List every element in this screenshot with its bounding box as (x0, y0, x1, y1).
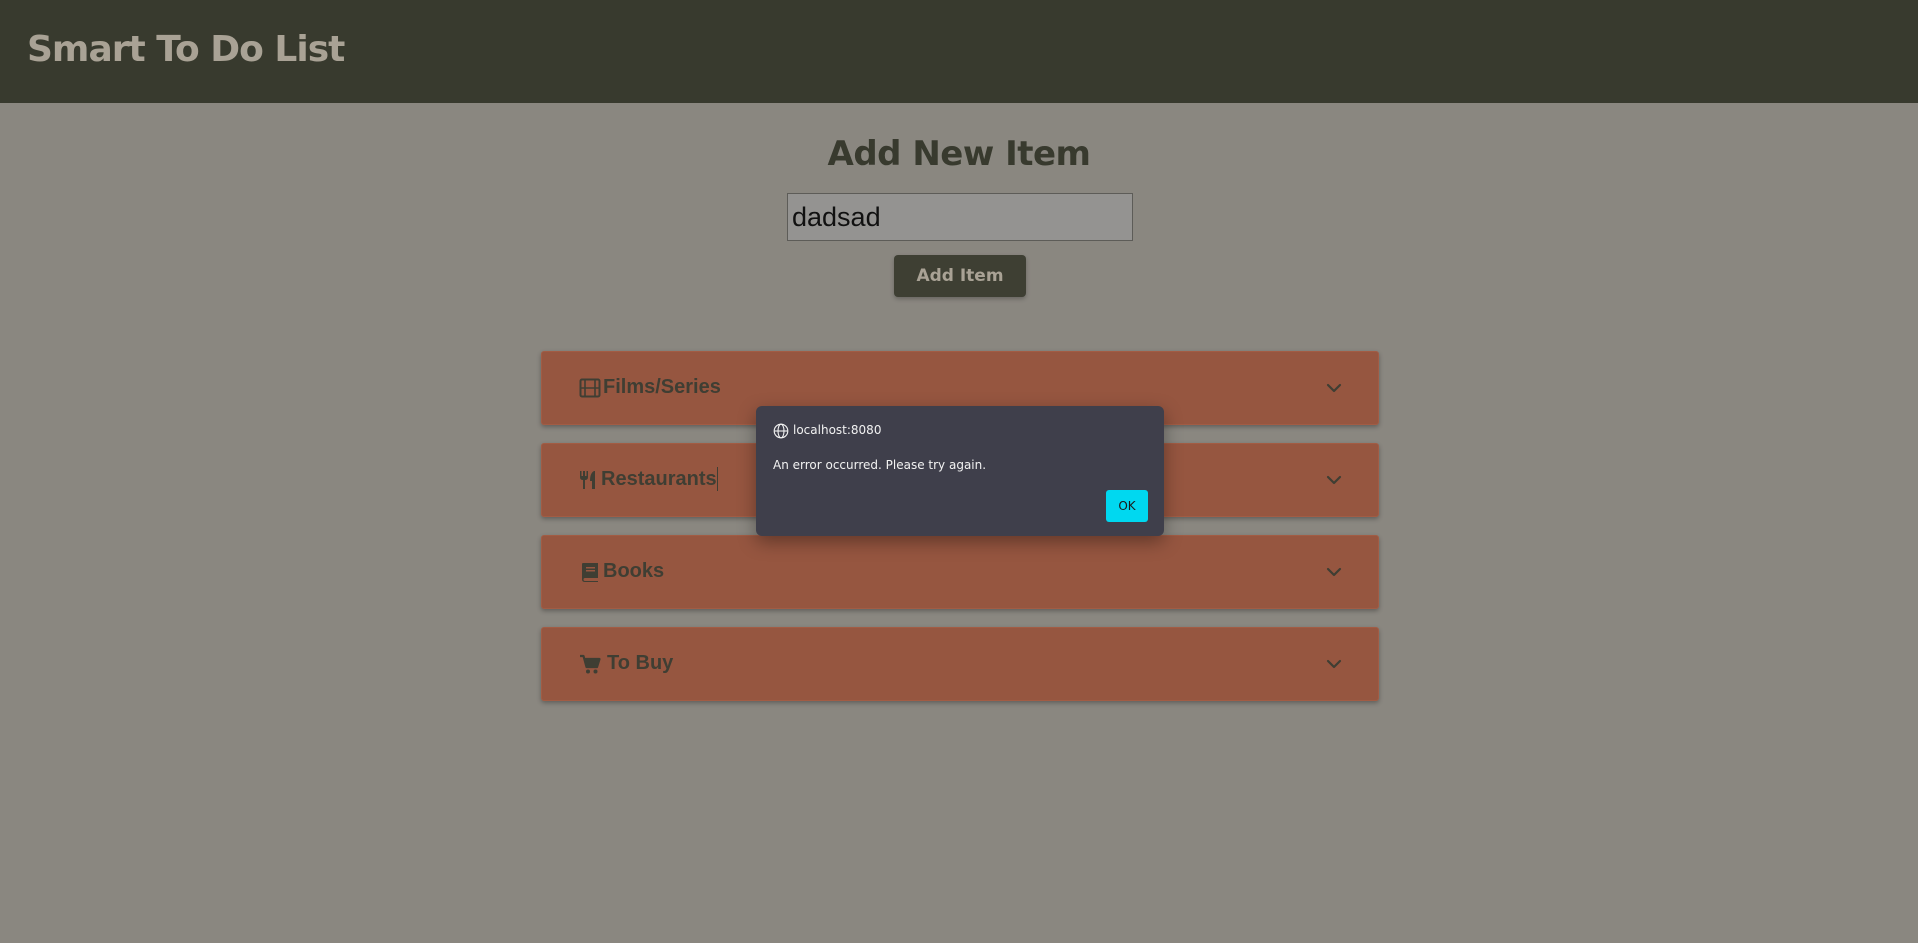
chevron-down-icon[interactable] (1325, 381, 1343, 395)
category-label: Restaurants (601, 468, 717, 490)
globe-icon (773, 423, 789, 439)
app-title: Smart To Do List (27, 29, 345, 70)
category-books[interactable]: Books (541, 535, 1379, 609)
chevron-down-icon[interactable] (1325, 473, 1343, 487)
utensils-icon (580, 471, 595, 489)
chevron-down-icon[interactable] (1325, 565, 1343, 579)
film-icon (579, 378, 601, 398)
alert-dialog: localhost:8080 An error occurred. Please… (756, 406, 1164, 536)
ok-button[interactable]: OK (1106, 490, 1148, 522)
dialog-message: An error occurred. Please try again. (773, 458, 987, 472)
add-item-heading: Add New Item (827, 134, 1091, 174)
text-caret (717, 467, 718, 491)
category-to-buy[interactable]: To Buy (541, 627, 1379, 701)
book-icon (582, 563, 598, 582)
app-header: Smart To Do List (0, 0, 1918, 103)
category-label: Books (603, 560, 665, 582)
chevron-down-icon[interactable] (1325, 657, 1343, 671)
new-item-input[interactable] (787, 193, 1133, 241)
category-label: Films/Series (603, 376, 721, 398)
cart-icon (580, 654, 601, 674)
dialog-origin: localhost:8080 (793, 423, 882, 437)
category-label: To Buy (607, 652, 674, 674)
add-item-button[interactable]: Add Item (894, 255, 1026, 297)
